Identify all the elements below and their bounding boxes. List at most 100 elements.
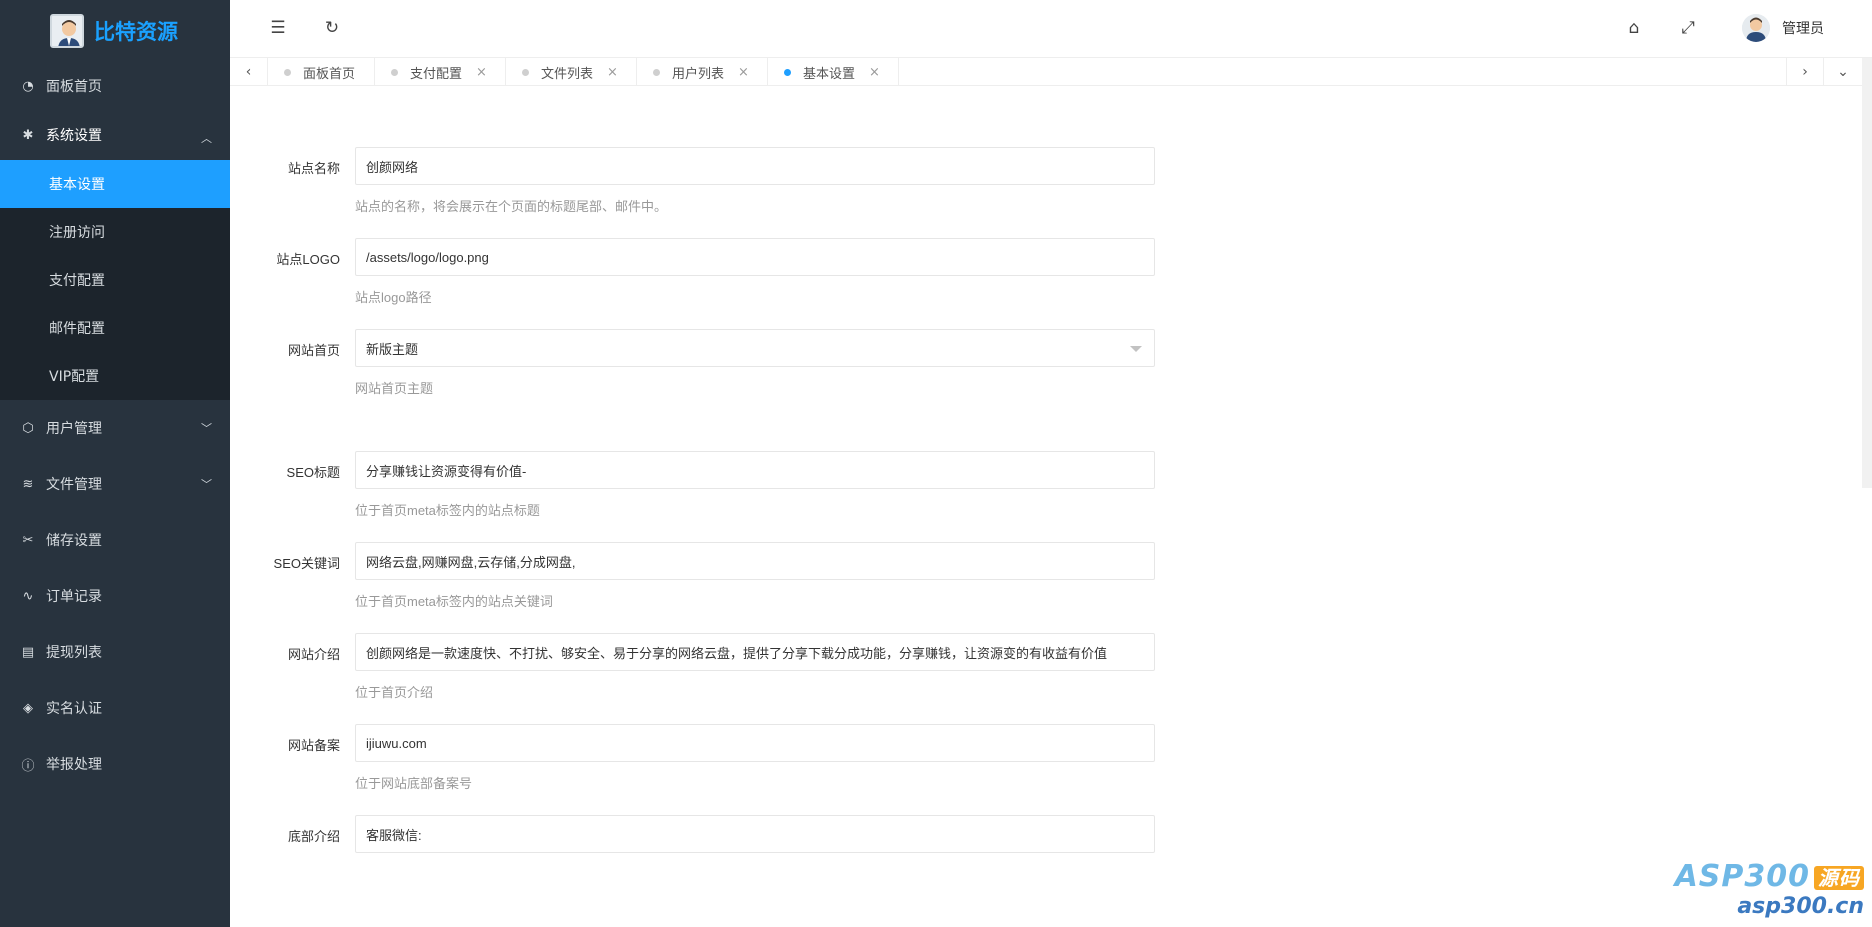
tab-label: 面板首页 (303, 66, 356, 82)
page-scrollbar[interactable] (1862, 58, 1872, 488)
sidebar-item-label: 订单记录 (46, 589, 102, 605)
gear-icon: ✱ (22, 127, 34, 143)
storage-icon: ✂ (22, 532, 34, 548)
tab-label: 文件列表 (541, 66, 594, 82)
homepage-theme-help: 网站首页主题 (355, 381, 434, 396)
seo-title-help: 位于首页meta标签内的站点标题 (355, 503, 540, 518)
tab-users[interactable]: 用户列表 × (637, 58, 768, 86)
user-menu[interactable]: 管理员 (1742, 14, 1824, 42)
sidebar-item-label: 文件管理 (46, 477, 102, 493)
sidebar-item-storage[interactable]: ✂ 储存设置 (0, 512, 230, 568)
seo-title-label: SEO标题 (286, 465, 340, 480)
chevron-down-icon: ﹀ (201, 422, 212, 435)
menu-toggle-icon[interactable]: ☰ (266, 16, 290, 40)
site-name-label: 站点名称 (287, 161, 340, 176)
layers-icon: ≋ (22, 476, 34, 492)
tab-label: 支付配置 (410, 66, 463, 82)
watermark-logo: ASP300 源码 (1675, 858, 1864, 894)
sidebar-item-withdrawals[interactable]: ▤ 提现列表 (0, 624, 230, 680)
site-name-input[interactable]: 创颜网络 (355, 147, 1155, 185)
site-logo-help: 站点logo路径 (355, 290, 432, 305)
tab-dot (653, 68, 660, 76)
tab-basic-settings[interactable]: 基本设置 × (768, 58, 899, 86)
sidebar-item-label: 实名认证 (46, 701, 102, 717)
watermark-badge: 源码 (1814, 866, 1864, 890)
sidebar-item-label: 系统设置 (46, 128, 102, 144)
sidebar-item-label: 储存设置 (46, 533, 102, 549)
sidebar-subitem-vip[interactable]: VIP配置 (0, 352, 230, 400)
tab-dot (391, 68, 398, 76)
home-icon[interactable]: ⌂ (1622, 16, 1646, 40)
sidebar-subitem-register[interactable]: 注册访问 (0, 208, 230, 256)
seo-keywords-input[interactable]: 网络云盘,网赚网盘,云存储,分成网盘, (355, 542, 1155, 580)
tab-dashboard[interactable]: 面板首页 (268, 58, 375, 86)
watermark-line2: asp300.cn (1737, 894, 1864, 919)
app-root: 比特资源 ◔ 面板首页 ✱ 系统设置 ︿ 基本设置 注册访问 支付配置 邮件配置… (0, 0, 1872, 927)
sidebar-item-label: 面板首页 (46, 79, 102, 95)
site-icp-input[interactable]: ijiuwu.com (355, 724, 1155, 762)
settings-form: 站点名称 创颜网络 站点的名称，将会展示在个页面的标题尾部、邮件中。 站点LOG… (230, 86, 1850, 927)
chevron-up-icon: ︿ (201, 132, 212, 145)
seo-keywords-help: 位于首页meta标签内的站点关键词 (355, 594, 553, 609)
sidebar-subitem-basic[interactable]: 基本设置 (0, 160, 230, 208)
top-header: ☰ ↻ ⌂ ⤢ 管理员 (230, 0, 1872, 58)
sidebar-item-dashboard[interactable]: ◔ 面板首页 (0, 62, 230, 110)
tab-files[interactable]: 文件列表 × (506, 58, 637, 86)
sidebar-item-files[interactable]: ≋ 文件管理 ﹀ (0, 456, 230, 512)
close-icon[interactable]: × (476, 65, 487, 80)
tab-label: 用户列表 (672, 66, 725, 82)
cube-icon: ⬡ (22, 420, 34, 436)
sidebar-item-reports[interactable]: ⓘ 举报处理 (0, 736, 230, 792)
footer-intro-label: 底部介绍 (287, 829, 340, 844)
fullscreen-icon[interactable]: ⤢ (1676, 16, 1700, 40)
sidebar-item-label: 提现列表 (46, 645, 102, 661)
close-icon[interactable]: × (869, 65, 880, 80)
site-intro-help: 位于首页介绍 (355, 685, 434, 700)
tab-scroll-left-icon[interactable]: ‹ (230, 58, 268, 86)
avatar (1742, 14, 1770, 42)
watermark-line1: ASP300 (1674, 859, 1810, 894)
brand-title: 比特资源 (94, 20, 178, 44)
tab-scroll-right-icon[interactable]: › (1786, 58, 1824, 86)
seo-keywords-label: SEO关键词 (273, 556, 340, 571)
close-icon[interactable]: × (738, 65, 749, 80)
homepage-theme-select[interactable]: 新版主题 (355, 329, 1155, 367)
site-icp-label: 网站备案 (287, 738, 340, 753)
sidebar-item-system-settings[interactable]: ✱ 系统设置 ︿ (0, 110, 230, 160)
list-icon: ▤ (21, 644, 35, 660)
chevron-down-icon (1130, 346, 1142, 352)
watermark: ASP300 源码 asp300.cn (1675, 858, 1864, 919)
sidebar-item-orders[interactable]: ∿ 订单记录 (0, 568, 230, 624)
sidebar-submenu-system: 基本设置 注册访问 支付配置 邮件配置 VIP配置 (0, 160, 230, 400)
sidebar-subitem-payment[interactable]: 支付配置 (0, 256, 230, 304)
tab-menu-icon[interactable]: ⌄ (1824, 58, 1862, 86)
site-intro-label: 网站介绍 (287, 647, 340, 662)
tab-dot (522, 68, 529, 76)
homepage-theme-label: 网站首页 (287, 343, 340, 358)
tab-bar: ‹ 面板首页 支付配置 × 文件列表 × 用户列表 × 基本设置 × › ⌄ (230, 58, 1872, 86)
sidebar-item-users[interactable]: ⬡ 用户管理 ﹀ (0, 400, 230, 456)
site-logo-input[interactable]: /assets/logo/logo.png (355, 238, 1155, 276)
site-name-help: 站点的名称，将会展示在个页面的标题尾部、邮件中。 (355, 199, 668, 214)
sidebar-item-verification[interactable]: ◈ 实名认证 (0, 680, 230, 736)
footer-intro-input[interactable]: 客服微信: (355, 815, 1155, 853)
sidebar-item-label: 举报处理 (46, 757, 102, 773)
sidebar-item-label: 用户管理 (46, 421, 102, 437)
tab-label: 基本设置 (803, 66, 856, 82)
tab-dot (284, 68, 291, 76)
shield-check-icon: ◈ (23, 700, 33, 716)
refresh-icon[interactable]: ↻ (320, 16, 344, 40)
sidebar: 比特资源 ◔ 面板首页 ✱ 系统设置 ︿ 基本设置 注册访问 支付配置 邮件配置… (0, 0, 230, 927)
site-intro-input[interactable]: 创颜网络是一款速度快、不打扰、够安全、易于分享的网络云盘，提供了分享下载分成功能… (355, 633, 1155, 671)
brand[interactable]: 比特资源 (0, 0, 230, 62)
homepage-theme-value: 新版主题 (366, 341, 419, 357)
chevron-down-icon: ﹀ (201, 478, 212, 491)
brand-logo (50, 14, 84, 48)
sidebar-subitem-mail[interactable]: 邮件配置 (0, 304, 230, 352)
tab-payment[interactable]: 支付配置 × (375, 58, 506, 86)
close-icon[interactable]: × (607, 65, 618, 80)
seo-title-input[interactable]: 分享赚钱让资源变得有价值- (355, 451, 1155, 489)
pulse-icon: ∿ (22, 588, 34, 604)
site-logo-label: 站点LOGO (276, 252, 340, 267)
site-icp-help: 位于网站底部备案号 (355, 776, 473, 791)
